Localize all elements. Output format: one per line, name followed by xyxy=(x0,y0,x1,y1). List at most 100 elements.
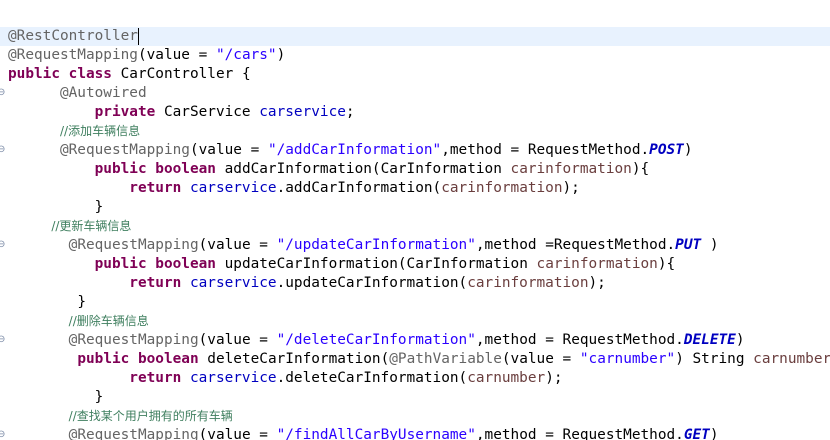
code-token-keyword: return xyxy=(129,370,182,386)
fold-collapse-icon[interactable]: ⊖ xyxy=(0,335,7,345)
code-token-comment: //添加车辆信息 xyxy=(59,124,141,138)
code-token-plain: ); xyxy=(545,370,563,386)
code-token-plain: ); xyxy=(588,275,606,291)
code-token-annotation: @PathVariable xyxy=(389,351,502,367)
code-line[interactable]: public boolean addCarInformation(CarInfo… xyxy=(0,160,830,179)
code-token-const: GET xyxy=(683,427,710,440)
code-line[interactable]: @RequestMapping(value = "/findAllCarByUs… xyxy=(0,426,830,440)
code-token-plain: ){ xyxy=(657,256,676,272)
code-token-keyword: class xyxy=(68,66,112,82)
code-token-plain: (value = xyxy=(501,351,580,367)
code-line[interactable]: @RequestMapping(value = "/updateCarInfor… xyxy=(0,236,830,255)
code-line[interactable]: private CarService carservice; xyxy=(0,103,830,122)
code-token-param: carinformation xyxy=(467,275,589,291)
code-token-const: DELETE xyxy=(683,332,736,348)
code-token-string: "/addCarInformation" xyxy=(267,142,442,158)
code-line[interactable]: @RequestMapping(value = "/deleteCarInfor… xyxy=(0,331,830,350)
code-token-string: "/updateCarInformation" xyxy=(276,237,476,253)
code-token-plain: ) xyxy=(683,142,693,158)
code-token-const: POST xyxy=(649,142,684,158)
code-line[interactable]: } xyxy=(0,388,830,407)
code-token-field: carservice xyxy=(189,370,277,386)
code-token-annotation: @RequestMapping xyxy=(8,47,138,63)
code-token-plain: deleteCarInformation( xyxy=(198,351,390,367)
code-token-plain: ){ xyxy=(631,161,650,177)
code-token-plain: .addCarInformation( xyxy=(276,180,442,196)
code-token-plain: addCarInformation(CarInformation xyxy=(215,161,511,177)
code-token-keyword: private xyxy=(94,104,156,120)
code-token-plain: ) xyxy=(709,427,719,440)
fold-collapse-icon[interactable]: ⊖ xyxy=(0,145,7,155)
code-token-plain: ) xyxy=(276,47,286,63)
code-token-plain: ,method = RequestMethod. xyxy=(475,427,684,440)
code-token-field: carservice xyxy=(189,180,277,196)
code-token-keyword: return xyxy=(129,275,182,291)
code-line[interactable]: return carservice.addCarInformation(cari… xyxy=(0,179,830,198)
code-token-string: "/cars" xyxy=(215,47,277,63)
code-line[interactable]: return carservice.deleteCarInformation(c… xyxy=(0,369,830,388)
code-token-param: carnumber xyxy=(467,370,546,386)
code-line[interactable]: @RestController xyxy=(0,27,830,46)
code-token-annotation: @Autowired xyxy=(59,85,147,101)
code-token-plain: .deleteCarInformation( xyxy=(276,370,468,386)
code-token-plain: ,method =RequestMethod. xyxy=(475,237,676,253)
code-line[interactable]: //更新车辆信息 xyxy=(0,217,830,236)
code-token-annotation: @RequestMapping xyxy=(59,142,190,158)
code-line[interactable]: public boolean updateCarInformation(CarI… xyxy=(0,255,830,274)
code-line[interactable]: public class CarController { xyxy=(0,65,830,84)
fold-collapse-icon[interactable]: ⊖ xyxy=(0,88,7,98)
code-token-param: carinformation xyxy=(536,256,658,272)
code-token-string: "carnumber" xyxy=(579,351,676,367)
code-token-string: "/deleteCarInformation" xyxy=(276,332,476,348)
code-token-plain: (value = xyxy=(198,427,277,440)
code-token-param: carinformation xyxy=(441,180,563,196)
code-token-string: "/findAllCarByUsername" xyxy=(276,427,476,440)
code-token-plain: } xyxy=(94,389,104,405)
code-line[interactable]: @RequestMapping(value = "/addCarInformat… xyxy=(0,141,830,160)
code-line[interactable]: //删除车辆信息 xyxy=(0,312,830,331)
text-caret xyxy=(138,28,139,45)
code-token-plain: (value = xyxy=(198,237,277,253)
code-token-plain: } xyxy=(68,294,86,310)
code-token-comment: //更新车辆信息 xyxy=(51,219,132,233)
fold-collapse-icon[interactable]: ⊖ xyxy=(0,430,7,440)
code-token-plain: ) String xyxy=(675,351,754,367)
code-token-plain: ); xyxy=(562,180,580,196)
code-line[interactable]: } xyxy=(0,198,830,217)
code-token-const: PUT xyxy=(675,237,702,253)
code-line[interactable]: return carservice.updateCarInformation(c… xyxy=(0,274,830,293)
code-line[interactable]: //添加车辆信息 xyxy=(0,122,830,141)
code-token-keyword: boolean xyxy=(155,256,216,272)
code-token-keyword: boolean xyxy=(155,161,216,177)
code-token-plain: ; xyxy=(345,104,355,120)
code-token-field: carservice xyxy=(259,104,346,120)
code-line[interactable]: } xyxy=(0,293,830,312)
code-token-field: carservice xyxy=(189,275,277,291)
code-token-keyword: public xyxy=(94,256,147,272)
code-token-param: carinformation xyxy=(510,161,632,177)
code-token-keyword: return xyxy=(129,180,182,196)
code-line[interactable]: @Autowired ⊖ xyxy=(0,84,830,103)
code-token-plain: updateCarInformation(CarInformation xyxy=(215,256,537,272)
code-editor[interactable]: @RestController @RequestMapping(value = "… xyxy=(0,0,830,440)
code-line[interactable]: public boolean deleteCarInformation(@Pat… xyxy=(0,350,830,369)
code-token-plain: } xyxy=(94,199,104,215)
code-token-param: carnumber xyxy=(753,351,830,367)
fold-collapse-icon[interactable]: ⊖ xyxy=(0,240,7,250)
code-line[interactable]: //查找某个用户拥有的所有车辆 xyxy=(0,407,830,426)
code-token-keyword: boolean xyxy=(137,351,199,367)
code-token-plain: (value = xyxy=(198,332,277,348)
code-line[interactable]: @RequestMapping(value = "/cars") xyxy=(0,46,830,65)
